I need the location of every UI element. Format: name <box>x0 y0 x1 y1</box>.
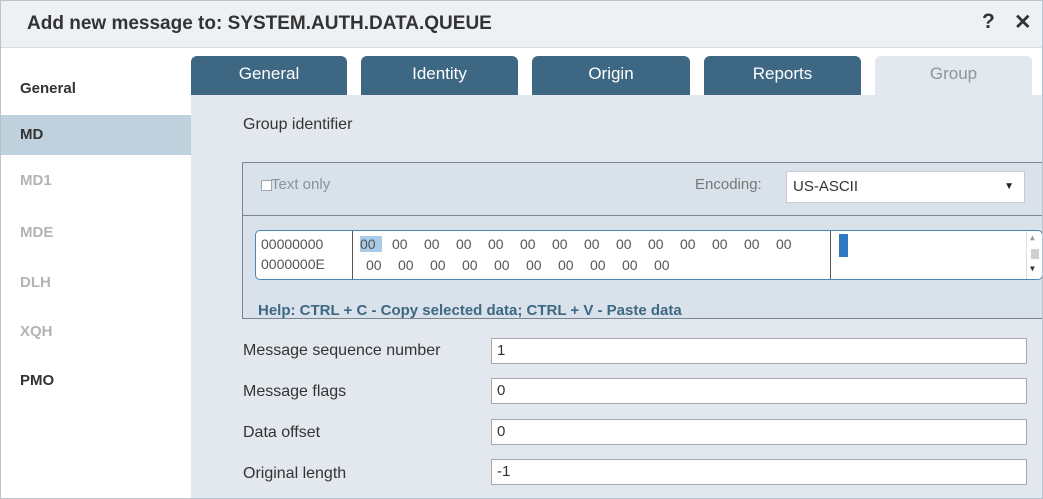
original-length-label: Original length <box>243 465 347 482</box>
tab-strip: General Identity Origin Reports Group <box>191 48 1042 95</box>
help-icon[interactable]: ? <box>982 10 995 34</box>
dropdown-arrow-icon: ▼ <box>1004 181 1014 192</box>
text-only-label: Text only <box>271 176 331 193</box>
sidebar-item-general[interactable]: General <box>1 69 191 109</box>
hex-byte[interactable]: 00 <box>430 257 452 273</box>
sidebar-item-dlh: DLH <box>20 274 51 291</box>
dialog-title: Add new message to: SYSTEM.AUTH.DATA.QUE… <box>27 13 492 34</box>
hex-byte[interactable]: 00 <box>712 236 734 252</box>
add-message-dialog: Add new message to: SYSTEM.AUTH.DATA.QUE… <box>0 0 1043 499</box>
hex-grid[interactable]: 00000000 0000000E 00 00 00 00 00 00 00 0… <box>255 230 1042 280</box>
hex-editor-toolbar: Text only Encoding: US-ASCII ▼ <box>243 163 1042 216</box>
hex-offsets-column: 00000000 0000000E <box>256 231 353 279</box>
tab-reports[interactable]: Reports <box>704 56 861 95</box>
encoding-value: US-ASCII <box>793 178 859 195</box>
encoding-label: Encoding: <box>695 176 762 193</box>
tab-general[interactable]: General <box>191 56 347 95</box>
hex-byte[interactable]: 00 <box>366 257 388 273</box>
close-icon[interactable]: ✕ <box>1014 10 1032 35</box>
hex-byte[interactable]: 00 <box>360 236 382 252</box>
group-identifier-editor: Text only Encoding: US-ASCII ▼ 00000000 … <box>242 162 1042 319</box>
hex-byte[interactable]: 00 <box>552 236 574 252</box>
hex-help-text: Help: CTRL + C - Copy selected data; CTR… <box>258 302 682 319</box>
hex-byte[interactable]: 00 <box>520 236 542 252</box>
hex-bytes-area[interactable]: 00 00 00 00 00 00 00 00 00 00 00 00 00 0… <box>356 231 831 279</box>
hex-byte[interactable]: 00 <box>462 257 484 273</box>
hex-byte[interactable]: 00 <box>488 236 510 252</box>
group-identifier-label: Group identifier <box>243 116 353 133</box>
hex-byte[interactable]: 00 <box>622 257 644 273</box>
message-sequence-number-field[interactable]: 1 <box>491 338 1027 364</box>
data-offset-field[interactable]: 0 <box>491 419 1027 445</box>
hex-byte[interactable]: 00 <box>648 236 670 252</box>
hex-byte[interactable]: 00 <box>654 257 676 273</box>
original-length-field[interactable]: -1 <box>491 459 1027 485</box>
scroll-down-icon[interactable]: ▼ <box>1030 264 1035 273</box>
offset-row-1: 00000000 <box>261 236 324 252</box>
offset-row-2: 0000000E <box>261 256 325 272</box>
hex-byte[interactable]: 00 <box>456 236 478 252</box>
hex-byte[interactable]: 00 <box>392 236 414 252</box>
scroll-thumb[interactable] <box>1031 249 1039 259</box>
hex-byte[interactable]: 00 <box>558 257 580 273</box>
data-offset-label: Data offset <box>243 424 321 441</box>
hex-byte[interactable]: 00 <box>398 257 420 273</box>
sidebar-item-md[interactable]: MD <box>1 115 191 155</box>
hex-byte[interactable]: 00 <box>680 236 702 252</box>
tab-group[interactable]: Group <box>875 56 1032 95</box>
hex-byte[interactable]: 00 <box>616 236 638 252</box>
tab-origin[interactable]: Origin <box>532 56 690 95</box>
message-flags-field[interactable]: 0 <box>491 378 1027 404</box>
sidebar-item-md1: MD1 <box>20 172 52 189</box>
hex-byte[interactable]: 00 <box>744 236 766 252</box>
hex-byte[interactable]: 00 <box>424 236 446 252</box>
tab-identity[interactable]: Identity <box>361 56 518 95</box>
message-sequence-number-label: Message sequence number <box>243 342 441 359</box>
hex-byte[interactable]: 00 <box>776 236 798 252</box>
dialog-titlebar: Add new message to: SYSTEM.AUTH.DATA.QUE… <box>1 1 1042 48</box>
hex-byte[interactable]: 00 <box>526 257 548 273</box>
sidebar-item-xqh: XQH <box>20 323 53 340</box>
sidebar: General MD MD1 MDE DLH XQH PMO <box>1 48 191 498</box>
hex-scrollbar[interactable]: ▲ ▼ <box>1026 231 1042 279</box>
sidebar-item-pmo[interactable]: PMO <box>1 361 191 401</box>
message-flags-label: Message flags <box>243 383 347 400</box>
encoding-select[interactable]: US-ASCII ▼ <box>786 171 1025 203</box>
ascii-text-cursor[interactable] <box>839 234 848 257</box>
hex-byte[interactable]: 00 <box>584 236 606 252</box>
hex-byte[interactable]: 00 <box>494 257 516 273</box>
scroll-up-icon[interactable]: ▲ <box>1030 233 1035 242</box>
hex-byte[interactable]: 00 <box>590 257 612 273</box>
sidebar-item-mde: MDE <box>20 224 54 241</box>
